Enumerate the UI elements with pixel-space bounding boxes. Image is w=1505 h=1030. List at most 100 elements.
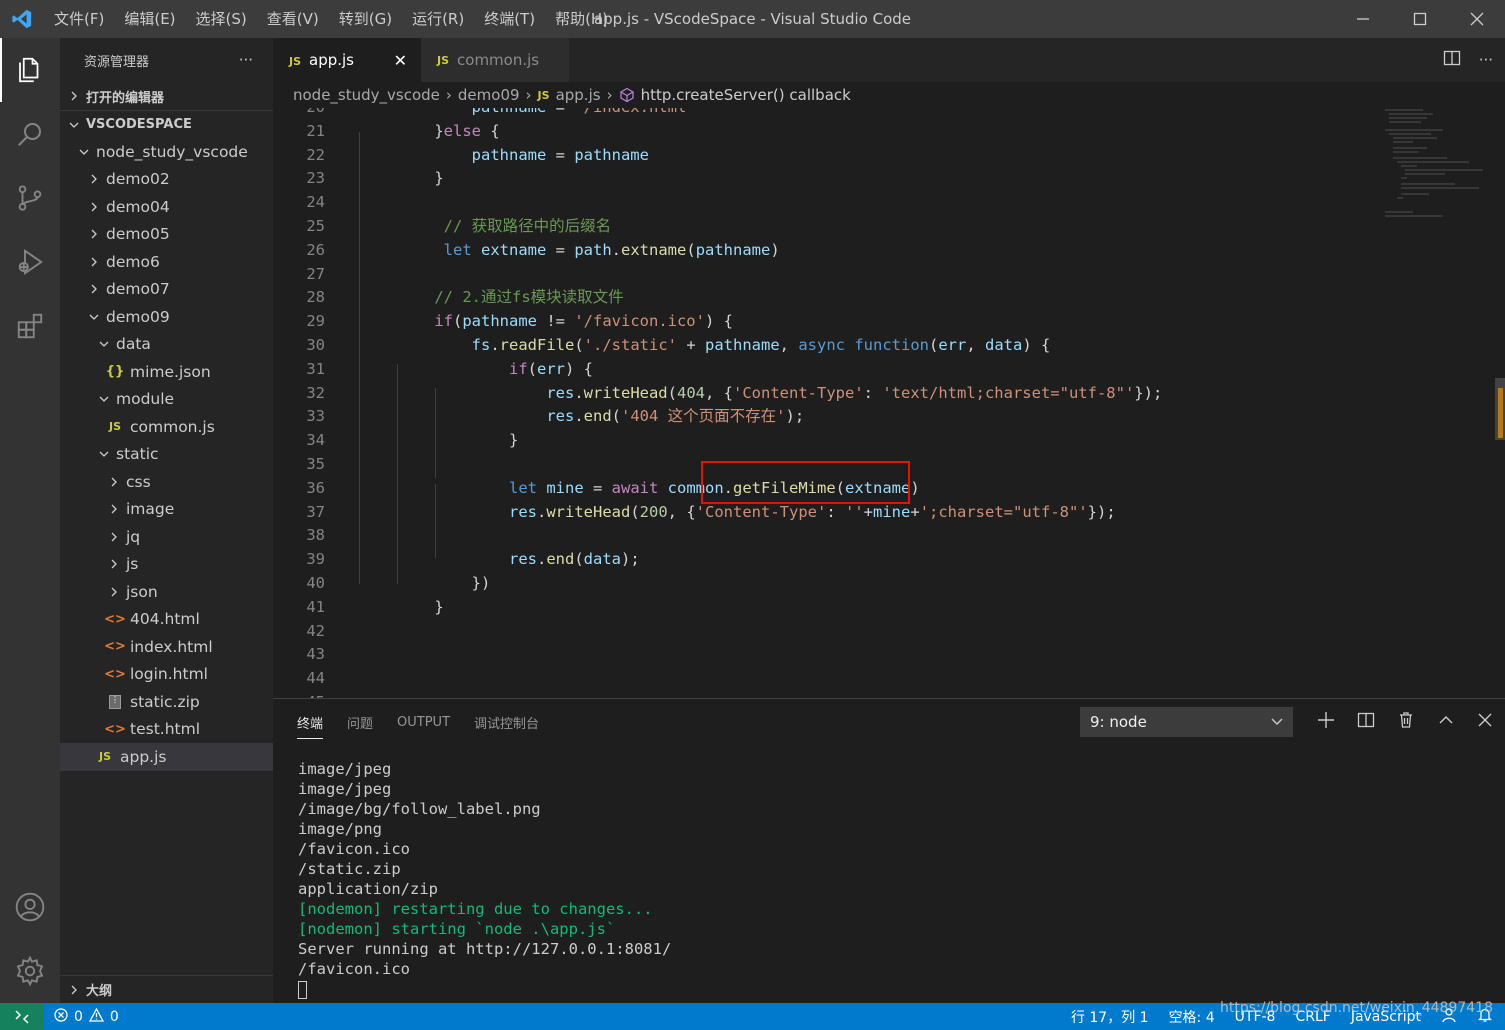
tree-folder[interactable]: json [60, 578, 273, 606]
tab-common-js[interactable]: JS common.js [421, 38, 569, 82]
code-line[interactable]: 38 [273, 524, 1373, 548]
search-icon[interactable] [0, 102, 60, 166]
menu-item[interactable]: 文件(F) [44, 0, 114, 38]
code-token: path [574, 240, 612, 259]
close-tab-icon[interactable]: ✕ [394, 51, 407, 70]
code-editor[interactable]: 20 pathname = '/index.html'21 }else {22 … [273, 108, 1505, 698]
code-token: pathname [705, 336, 780, 354]
tree-file[interactable]: <> 404.html [60, 606, 273, 634]
code-line[interactable]: 41 } [273, 596, 1373, 620]
tab-app-js[interactable]: JS app.js ✕ [273, 38, 421, 82]
panel-tab[interactable]: 问题 [347, 713, 373, 732]
terminal-output[interactable]: image/jpeg image/jpeg/image/bg/follow_lab… [298, 759, 671, 999]
settings-gear-icon[interactable] [0, 939, 60, 1003]
code-line[interactable]: 45 [273, 691, 1373, 698]
extensions-icon[interactable] [0, 294, 60, 358]
close-panel-icon[interactable] [1477, 712, 1493, 732]
tree-file[interactable]: static.zip [60, 688, 273, 716]
code-line[interactable]: 42 [273, 620, 1373, 644]
code-line[interactable]: 33 res.end('404 这个页面不存在'); [273, 405, 1373, 429]
more-actions-icon[interactable]: ··· [239, 51, 253, 69]
breadcrumb-item[interactable]: node_study_vscode [293, 86, 440, 104]
panel-tab[interactable]: 终端 [297, 713, 324, 739]
tree-folder[interactable]: js [60, 551, 273, 579]
breadcrumb-item[interactable]: http.createServer() callback [641, 86, 851, 104]
code-line[interactable]: 43 [273, 643, 1373, 667]
code-line[interactable]: 39 res.end(data); [273, 548, 1373, 572]
tree-folder[interactable]: static [60, 441, 273, 469]
workspace-section[interactable]: VSCODESPACE [60, 110, 273, 138]
menu-item[interactable]: 终端(T) [474, 0, 545, 38]
code-line[interactable]: 28 // 2.通过fs模块读取文件 [273, 286, 1373, 310]
code-token: = [546, 145, 575, 164]
code-line[interactable]: 37 res.writeHead(200, {'Content-Type': '… [273, 501, 1373, 525]
account-icon[interactable] [0, 875, 60, 939]
tree-folder[interactable]: module [60, 386, 273, 414]
tree-folder[interactable]: jq [60, 523, 273, 551]
menu-item[interactable]: 运行(R) [402, 0, 474, 38]
breadcrumb-item[interactable]: demo09 [458, 86, 520, 104]
code-line[interactable]: 23 } [273, 167, 1373, 191]
outline-section[interactable]: 大纲 [60, 975, 273, 1003]
code-line[interactable]: 32 res.writeHead(404, {'Content-Type': '… [273, 382, 1373, 406]
minimize-icon[interactable] [1334, 0, 1391, 38]
new-terminal-icon[interactable] [1317, 711, 1335, 733]
code-line[interactable]: 44 [273, 667, 1373, 691]
source-control-icon[interactable] [0, 166, 60, 230]
code-line[interactable]: 21 }else { [273, 120, 1373, 144]
code-line[interactable]: 30 fs.readFile('./static' + pathname, as… [273, 334, 1373, 358]
tree-file[interactable]: JS common.js [60, 413, 273, 441]
chevron-down-icon [96, 339, 112, 349]
tree-file[interactable]: <> login.html [60, 661, 273, 689]
breadcrumb-item[interactable]: app.js [556, 86, 601, 104]
menu-item[interactable]: 帮助(H) [545, 0, 618, 38]
panel-tab[interactable]: OUTPUT [397, 715, 450, 730]
tree-folder[interactable]: demo05 [60, 221, 273, 249]
code-line[interactable]: 40 }) [273, 572, 1373, 596]
panel-tab[interactable]: 调试控制台 [474, 713, 539, 732]
menu-item[interactable]: 选择(S) [186, 0, 257, 38]
tree-folder[interactable]: demo6 [60, 248, 273, 276]
code-line[interactable]: 22 pathname = pathname [273, 144, 1373, 168]
tree-folder[interactable]: demo09 [60, 303, 273, 331]
explorer-icon[interactable] [0, 38, 60, 102]
code-line[interactable]: 26 let extname = path.extname(pathname) [273, 239, 1373, 263]
split-editor-icon[interactable] [1443, 49, 1461, 71]
tree-folder[interactable]: css [60, 468, 273, 496]
split-terminal-icon[interactable] [1357, 711, 1375, 733]
code-line[interactable]: 27 [273, 263, 1373, 287]
menu-item[interactable]: 查看(V) [257, 0, 329, 38]
problems-indicator[interactable]: 0 0 [44, 1007, 119, 1026]
code-line[interactable]: 25 // 获取路径中的后缀名 [273, 215, 1373, 239]
tree-file[interactable]: <> index.html [60, 633, 273, 661]
chevron-up-icon[interactable] [1437, 711, 1455, 733]
code-line[interactable]: 24 [273, 191, 1373, 215]
tree-file[interactable]: {} mime.json [60, 358, 273, 386]
code-line[interactable]: 34 } [273, 429, 1373, 453]
code-line[interactable]: 31 if(err) { [273, 358, 1373, 382]
code-line[interactable]: 20 pathname = '/index.html' [273, 108, 1373, 120]
tree-file[interactable]: JS app.js [60, 743, 273, 771]
trash-icon[interactable] [1397, 711, 1415, 733]
tree-file[interactable]: <> test.html [60, 716, 273, 744]
remote-indicator-icon[interactable] [0, 1003, 44, 1030]
run-debug-icon[interactable] [0, 230, 60, 294]
open-editors-section[interactable]: 打开的编辑器 [60, 82, 273, 110]
terminal-prompt[interactable] [298, 979, 671, 999]
code-line[interactable]: 29 if(pathname != '/favicon.ico') { [273, 310, 1373, 334]
indentation[interactable]: 空格: 4 [1169, 1007, 1215, 1027]
terminal-select[interactable]: 9: node [1080, 707, 1293, 737]
tree-folder[interactable]: demo02 [60, 166, 273, 194]
cursor-position[interactable]: 行 17，列 1 [1071, 1007, 1149, 1027]
tree-folder[interactable]: demo07 [60, 276, 273, 304]
tree-folder[interactable]: data [60, 331, 273, 359]
close-window-icon[interactable] [1448, 0, 1505, 38]
more-actions-icon[interactable]: ··· [1479, 51, 1493, 69]
tree-folder[interactable]: demo04 [60, 193, 273, 221]
tree-folder[interactable]: node_study_vscode [60, 138, 273, 166]
minimap[interactable] [1383, 108, 1493, 228]
tree-folder[interactable]: image [60, 496, 273, 524]
maximize-icon[interactable] [1391, 0, 1448, 38]
menu-item[interactable]: 转到(G) [329, 0, 402, 38]
menu-item[interactable]: 编辑(E) [114, 0, 185, 38]
